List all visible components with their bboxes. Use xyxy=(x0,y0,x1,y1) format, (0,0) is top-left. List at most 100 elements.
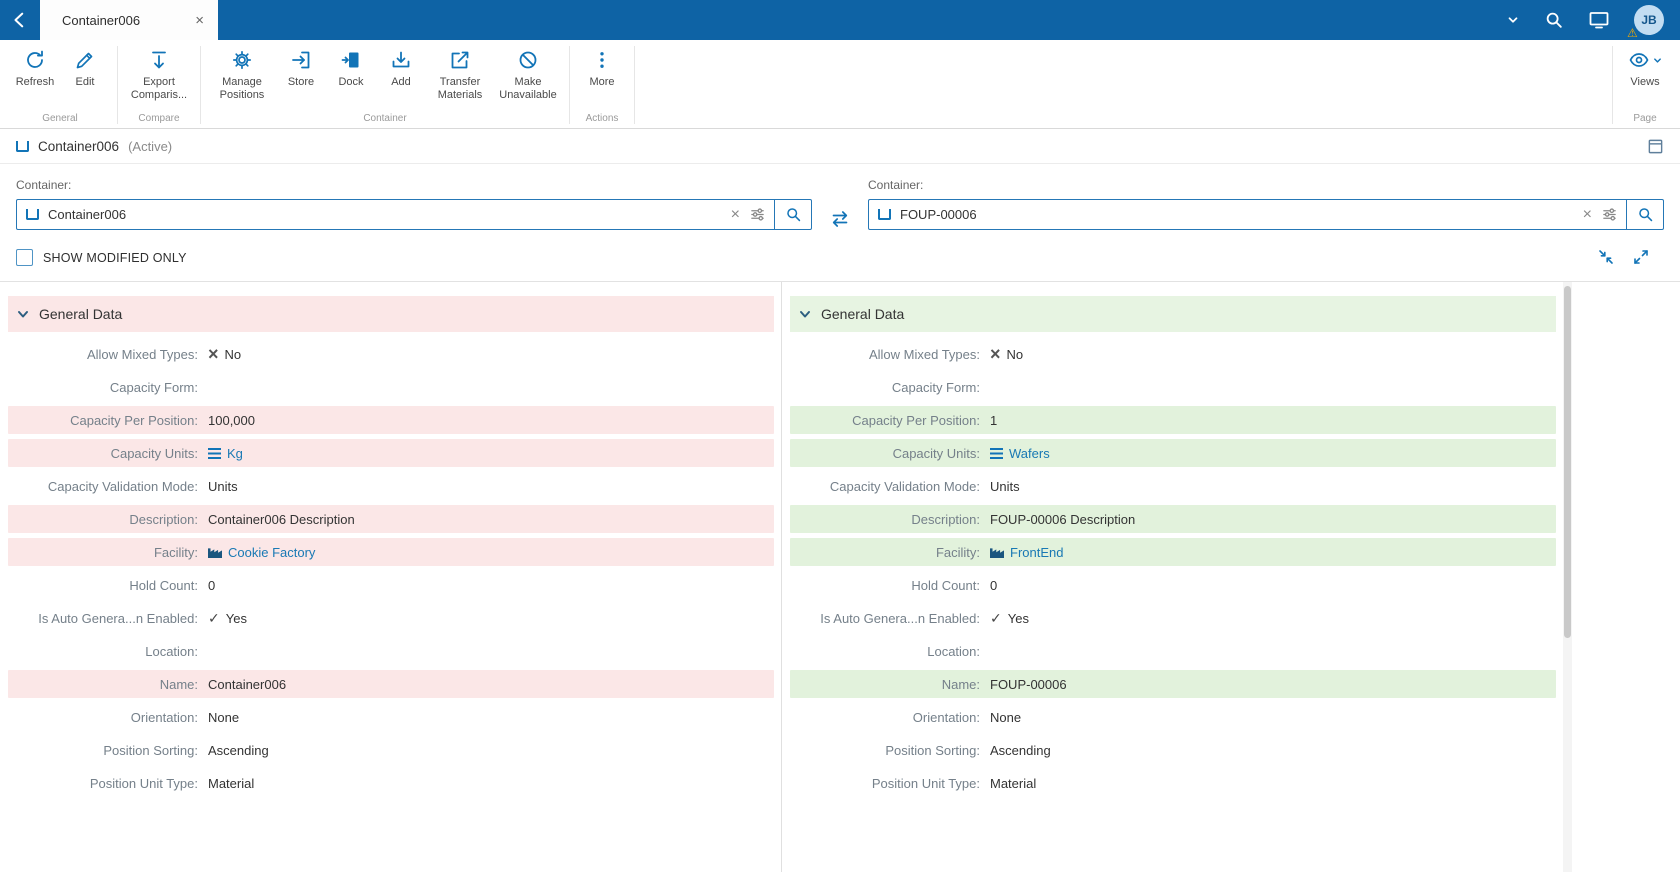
search-icon[interactable] xyxy=(1544,10,1564,30)
left-container-field: Container: Container006 xyxy=(16,178,812,230)
swap-containers-button[interactable] xyxy=(812,178,868,230)
toolbar-group-container: Manage Positions Store Dock Add Transfer… xyxy=(208,40,562,128)
chevron-down-icon xyxy=(16,307,30,321)
field-row: Hold Count: 0 xyxy=(129,577,216,593)
export-comparison-icon xyxy=(148,49,170,71)
manage-positions-icon xyxy=(231,49,253,71)
transfer-materials-icon xyxy=(449,49,471,71)
status-badge: (Active) xyxy=(128,138,173,154)
left-container-input[interactable]: Container006 xyxy=(16,199,812,230)
comparison-area: General Data Allow Mixed Types: No Capac… xyxy=(0,281,1680,872)
facility-icon xyxy=(208,548,222,558)
back-button[interactable] xyxy=(0,0,40,40)
filter-row: SHOW MODIFIED ONLY xyxy=(0,230,1680,281)
vertical-scrollbar[interactable] xyxy=(1563,282,1572,872)
field-row: Location: xyxy=(927,643,980,659)
store-button[interactable]: Store xyxy=(276,40,326,91)
avatar[interactable]: JB xyxy=(1627,5,1664,40)
make-unavailable-icon xyxy=(517,49,539,71)
toolbar-separator xyxy=(634,46,635,124)
toolbar-group-caption: Page xyxy=(1633,113,1657,124)
monitor-icon[interactable] xyxy=(1588,9,1610,31)
list-icon xyxy=(990,447,1003,459)
field-row: Orientation: None xyxy=(912,709,1022,725)
toolbar-separator xyxy=(200,46,201,124)
field-row: Capacity Form: xyxy=(891,379,980,395)
field-row: Is Auto Genera...n Enabled: Yes xyxy=(790,604,1556,632)
search-button[interactable] xyxy=(1626,200,1663,229)
transfer-materials-button[interactable]: Transfer Materials xyxy=(426,40,494,103)
field-row: Description: Container006 Description xyxy=(8,505,774,533)
more-button[interactable]: More xyxy=(577,40,627,91)
field-row: Orientation: None xyxy=(130,709,240,725)
field-row: Location: xyxy=(145,643,198,659)
field-row: Name: Container006 xyxy=(8,670,774,698)
field-rows: Allow Mixed Types: No Capacity Form: xyxy=(8,340,774,797)
chevron-left-icon xyxy=(14,12,24,28)
show-modified-checkbox[interactable] xyxy=(16,249,33,266)
field-row: Facility: Cookie Factory xyxy=(8,538,774,566)
panel-window-button[interactable] xyxy=(1647,138,1664,155)
export-comparison-button[interactable]: Export Comparis... xyxy=(125,40,193,103)
expand-sections-icon[interactable] xyxy=(1632,248,1650,266)
section-header-general-data[interactable]: General Data xyxy=(790,296,1556,332)
edit-button[interactable]: Edit xyxy=(60,40,110,91)
chevron-down-icon xyxy=(1654,57,1661,63)
toolbar-group-page: Views Page xyxy=(1620,40,1670,128)
views-icon xyxy=(1628,49,1650,71)
swap-icon xyxy=(832,211,848,227)
toolbar-group-caption: Actions xyxy=(585,113,619,124)
section-title: General Data xyxy=(39,306,123,322)
dock-icon xyxy=(340,49,362,71)
clear-icon[interactable] xyxy=(723,207,748,223)
dock-button[interactable]: Dock xyxy=(326,40,376,91)
store-icon xyxy=(290,49,312,71)
field-label: Container: xyxy=(16,178,72,192)
check-icon xyxy=(990,612,1002,625)
collapse-sections-icon[interactable] xyxy=(1597,248,1615,266)
add-icon xyxy=(390,49,412,71)
views-button[interactable]: Views xyxy=(1620,40,1670,91)
make-unavailable-button[interactable]: Make Unavailable xyxy=(494,40,562,103)
toolbar-group-actions: More Actions xyxy=(577,40,627,128)
input-value[interactable]: Container006 xyxy=(48,207,723,222)
field-row: Capacity Per Position: 1 xyxy=(790,406,1556,434)
field-row: Position Sorting: Ascending xyxy=(103,742,269,758)
page-title: Container006 xyxy=(38,138,120,154)
filter-options-icon[interactable] xyxy=(748,207,774,222)
toolbar-group-caption: General xyxy=(42,113,78,124)
field-row: Description: FOUP-00006 Description xyxy=(790,505,1556,533)
scrollbar-thumb[interactable] xyxy=(1564,286,1571,638)
field-row: Facility: FrontEnd xyxy=(790,538,1556,566)
check-icon xyxy=(208,612,220,625)
field-row: Capacity Validation Mode: Units xyxy=(47,478,238,494)
right-container-input[interactable]: FOUP-00006 xyxy=(868,199,1664,230)
field-row: Name: FOUP-00006 xyxy=(790,670,1556,698)
manage-positions-button[interactable]: Manage Positions xyxy=(208,40,276,103)
toolbar-group-caption: Compare xyxy=(138,113,180,124)
section-header-general-data[interactable]: General Data xyxy=(8,296,774,332)
cross-icon xyxy=(208,347,219,361)
toolbar-group-caption: Container xyxy=(363,113,407,124)
tabs-dropdown-icon[interactable] xyxy=(1506,13,1520,27)
field-row: Capacity Per Position: 100,000 xyxy=(8,406,774,434)
container-icon xyxy=(878,209,891,220)
search-button[interactable] xyxy=(774,200,811,229)
topbar-actions: JB xyxy=(1506,5,1680,40)
more-icon xyxy=(591,49,613,71)
tab-title: Container006 xyxy=(62,12,141,28)
toolbar-separator xyxy=(117,46,118,124)
right-container-field: Container: FOUP-00006 xyxy=(868,178,1664,230)
close-icon[interactable] xyxy=(191,11,208,30)
toolbar-separator xyxy=(1612,46,1613,124)
field-row: Capacity Form: xyxy=(109,379,198,395)
list-icon xyxy=(208,447,221,459)
add-button[interactable]: Add xyxy=(376,40,426,91)
input-value[interactable]: FOUP-00006 xyxy=(900,207,1575,222)
filter-options-icon[interactable] xyxy=(1600,207,1626,222)
field-row: Capacity Units: Wafers xyxy=(790,439,1556,467)
clear-icon[interactable] xyxy=(1575,207,1600,223)
tab-container006[interactable]: Container006 xyxy=(40,0,218,40)
refresh-button[interactable]: Refresh xyxy=(10,40,60,91)
field-row: Position Unit Type: Material xyxy=(871,775,1037,791)
